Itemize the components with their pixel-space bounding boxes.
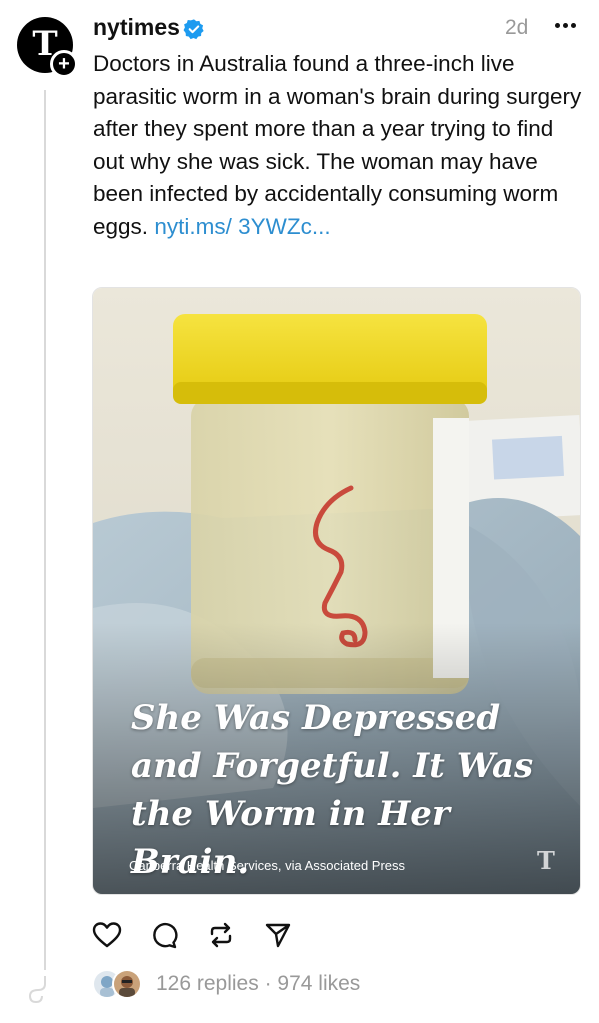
action-bar: [92, 918, 320, 952]
dot-icon: [554, 22, 560, 28]
post-text: Doctors in Australia found a three-inch …: [93, 48, 583, 243]
stats-text: 126 replies · 974 likes: [156, 972, 360, 996]
article-link[interactable]: nyti.ms/ 3YWZc...: [154, 214, 330, 239]
repost-button[interactable]: [206, 920, 236, 950]
timestamp: 2d: [505, 16, 529, 39]
likes-count[interactable]: 974 likes: [277, 972, 360, 995]
dot-icon: [562, 22, 568, 28]
post-body: Doctors in Australia found a three-inch …: [93, 51, 582, 239]
stats-separator: ·: [258, 972, 278, 995]
follow-button[interactable]: +: [50, 50, 78, 78]
heart-icon: [92, 922, 122, 948]
nyt-watermark: T: [537, 846, 555, 875]
share-icon: [265, 923, 291, 948]
verified-badge-icon: [183, 19, 204, 40]
reply-button[interactable]: [149, 920, 179, 950]
share-button[interactable]: [263, 920, 293, 950]
post-stats: 126 replies · 974 likes: [92, 967, 360, 1001]
repost-icon: [210, 922, 232, 948]
replies-count[interactable]: 126 replies: [156, 972, 259, 995]
media-card[interactable]: She Was Depressed and Forgetful. It Was …: [92, 287, 581, 895]
like-button[interactable]: [92, 920, 122, 950]
photo-credit: Canberra Health Services, via Associated…: [129, 858, 406, 873]
thread-end-icon: [28, 976, 46, 1004]
comment-icon: [153, 922, 178, 949]
thread-line: [44, 90, 46, 970]
replier-avatar-image: [114, 971, 140, 997]
dot-icon: [570, 22, 576, 28]
replier-avatar[interactable]: [112, 969, 142, 999]
username[interactable]: nytimes: [93, 14, 180, 41]
more-options-button[interactable]: [550, 10, 580, 40]
